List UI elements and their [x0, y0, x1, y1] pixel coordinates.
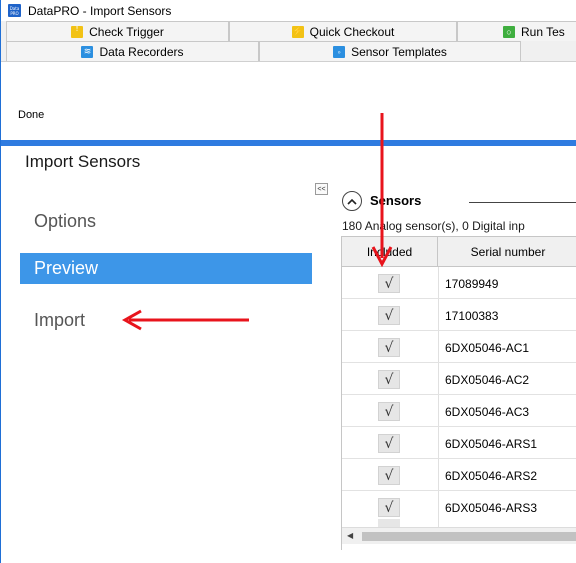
section-divider-line [469, 202, 576, 203]
table-row[interactable]: √ 17089949 [342, 268, 576, 299]
serial-number-cell: 6DX05046-ARS1 [445, 436, 538, 451]
included-checkbox[interactable]: √ [378, 370, 400, 389]
title-bar: Data PRO DataPRO - Import Sensors [1, 0, 576, 21]
data-recorders-icon: ≋ [81, 45, 94, 58]
checkout-icon: ⚡ [291, 25, 304, 38]
included-checkbox[interactable]: √ [378, 402, 400, 421]
tab-quick-checkout[interactable]: ⚡ Quick Checkout [229, 21, 457, 41]
collapse-section-button[interactable] [342, 191, 362, 211]
table-row[interactable]: √ 6DX05046-ARS1 [342, 428, 576, 459]
nav-item-import[interactable]: Import [20, 305, 312, 336]
included-checkbox[interactable]: √ [378, 338, 400, 357]
tab-data-recorders[interactable]: ≋ Data Recorders [6, 41, 259, 61]
serial-number-cell: 17100383 [445, 308, 499, 323]
status-area: Done [1, 61, 576, 142]
sensor-summary: 180 Analog sensor(s), 0 Digital inp [342, 219, 525, 233]
tab-run-test[interactable]: ○ Run Tes [457, 21, 576, 41]
included-checkbox[interactable]: √ [378, 306, 400, 325]
tab-check-trigger[interactable]: ꜝ Check Trigger [6, 21, 229, 41]
table-row[interactable]: √ 17100383 [342, 300, 576, 331]
included-checkbox[interactable]: √ [378, 274, 400, 293]
serial-number-cell: 17089949 [445, 276, 499, 291]
status-text: Done [18, 109, 45, 121]
tab-label: Sensor Templates [351, 44, 447, 59]
tab-row-1: ꜝ Check Trigger ⚡ Quick Checkout ○ Run T… [1, 21, 576, 41]
serial-number-cell: 6DX05046-AC3 [445, 404, 530, 419]
scrollbar-thumb[interactable] [362, 532, 576, 541]
column-header-included[interactable]: Included [342, 237, 438, 267]
serial-number-cell: 6DX05046-ARS3 [445, 500, 538, 515]
tab-row-2: ≋ Data Recorders ◦ Sensor Templates [1, 41, 576, 61]
tab-label: Data Recorders [99, 44, 184, 59]
included-checkbox[interactable]: √ [378, 498, 400, 517]
grid-header: Included Serial number [342, 237, 576, 267]
included-checkbox[interactable]: √ [378, 434, 400, 453]
nav-item-options[interactable]: Options [20, 206, 312, 237]
accent-rule [1, 140, 576, 146]
run-test-icon: ○ [503, 25, 515, 38]
sensors-grid: Included Serial number √ 17089949 √ 1710… [341, 236, 576, 550]
app-icon-text: Data PRO [9, 5, 20, 16]
column-header-serial-number[interactable]: Serial number [438, 237, 576, 267]
datapro-app-icon: Data PRO [8, 4, 21, 17]
window-title: DataPRO - Import Sensors [28, 3, 172, 18]
serial-number-cell: 6DX05046-ARS2 [445, 468, 538, 483]
included-checkbox[interactable]: √ [378, 466, 400, 485]
trigger-icon: ꜝ [71, 25, 84, 38]
partial-checkbox [378, 519, 400, 527]
tab-label: Check Trigger [89, 24, 164, 39]
serial-number-cell: 6DX05046-AC2 [445, 372, 530, 387]
nav-item-preview[interactable]: Preview [20, 253, 312, 284]
tab-sensor-templates[interactable]: ◦ Sensor Templates [259, 41, 521, 61]
tab-label: Quick Checkout [309, 24, 395, 39]
app-window: Data PRO DataPRO - Import Sensors ꜝ Chec… [0, 0, 576, 563]
table-row[interactable]: √ 6DX05046-AC3 [342, 396, 576, 427]
scroll-left-icon[interactable]: ◀ [347, 531, 353, 540]
sensor-templates-icon: ◦ [333, 45, 346, 58]
sensors-section-title: Sensors [370, 193, 422, 208]
table-row[interactable]: √ 6DX05046-AC1 [342, 332, 576, 363]
page-title: Import Sensors [25, 152, 141, 171]
table-row[interactable]: √ 6DX05046-ARS2 [342, 460, 576, 491]
horizontal-scrollbar[interactable]: ◀ [342, 527, 576, 544]
table-row[interactable]: √ 6DX05046-ARS3 [342, 492, 576, 520]
serial-number-cell: 6DX05046-AC1 [445, 340, 530, 355]
tab-label: Run Tes [521, 24, 565, 39]
chevron-up-icon [347, 198, 357, 205]
collapse-panel-button[interactable]: << [315, 183, 328, 195]
table-row[interactable]: √ 6DX05046-AC2 [342, 364, 576, 395]
